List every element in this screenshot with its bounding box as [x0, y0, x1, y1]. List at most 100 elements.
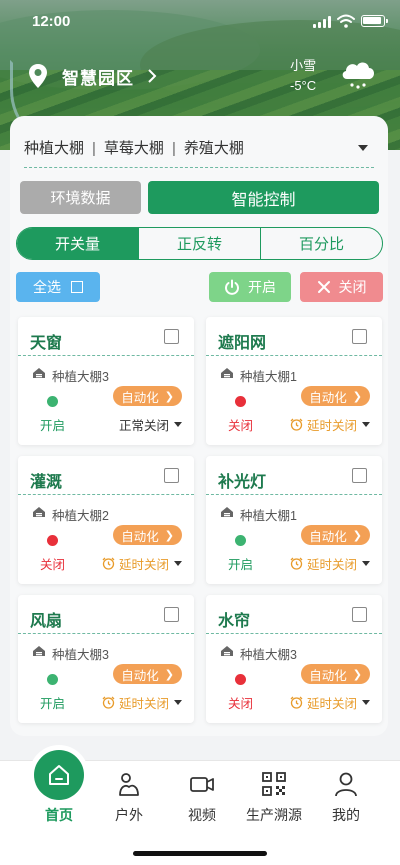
device-checkbox[interactable] [352, 329, 367, 344]
location-switcher[interactable]: 智慧园区 [28, 58, 158, 94]
automation-label: 自动化 [121, 390, 159, 405]
tab-home-label[interactable]: 首页 [29, 805, 89, 825]
device-state: 关闭 [228, 697, 254, 711]
automation-label: 自动化 [121, 529, 159, 544]
close-mode-label: 延时关闭 [306, 419, 357, 433]
divider [206, 494, 382, 495]
home-icon [49, 765, 69, 785]
greenhouse-option[interactable]: 草莓大棚 [104, 140, 164, 157]
device-location: 种植大棚2 [52, 509, 109, 523]
close-mode-dropdown[interactable]: 延时关闭 [102, 693, 182, 712]
greenhouse-option[interactable]: 养殖大棚 [184, 140, 244, 157]
automation-button[interactable]: 自动化 ❯ [301, 664, 370, 684]
location-name: 智慧园区 [62, 68, 134, 88]
video-camera-icon [190, 777, 214, 792]
close-mode-dropdown[interactable]: 延时关闭 [290, 693, 370, 712]
close-mode-label: 延时关闭 [306, 558, 357, 572]
battery-icon [361, 15, 388, 27]
close-mode-dropdown[interactable]: 正常关闭 [119, 415, 182, 434]
status-time: 12:00 [32, 13, 71, 30]
wifi-icon [337, 14, 355, 28]
tab-outdoor[interactable]: 户外 [89, 761, 169, 825]
close-mode-dropdown[interactable]: 延时关闭 [290, 554, 370, 573]
tab-profile-label: 我的 [332, 807, 360, 823]
cellular-signal-icon [313, 16, 331, 28]
device-card: 遮阳网 种植大棚1 自动化 ❯ 关闭 延时关闭 [206, 317, 382, 445]
device-name: 天窗 [30, 335, 63, 352]
segment-percentage[interactable]: 百分比 [261, 228, 382, 259]
outdoor-icon [119, 773, 139, 796]
device-checkbox[interactable] [164, 607, 179, 622]
tab-outdoor-label: 户外 [115, 807, 143, 823]
device-checkbox[interactable] [164, 468, 179, 483]
chevron-right-icon: ❯ [352, 668, 362, 681]
device-card: 灌溉 种植大棚2 自动化 ❯ 关闭 延时关闭 [18, 456, 194, 584]
divider [18, 633, 194, 634]
weather-widget: 小雪 -5°C [290, 55, 375, 93]
alarm-clock-icon [290, 696, 303, 709]
chevron-right-icon: ❯ [164, 668, 174, 681]
device-location: 种植大棚1 [240, 509, 297, 523]
device-checkbox[interactable] [352, 607, 367, 622]
weather-condition: 小雪 [290, 58, 317, 73]
greenhouse-selector[interactable]: 种植大棚 | 草莓大棚 | 养殖大棚 [24, 128, 374, 168]
device-card: 水帘 种植大棚3 自动化 ❯ 关闭 延时关闭 [206, 595, 382, 723]
home-button[interactable] [34, 750, 84, 800]
dropdown-caret-icon [174, 422, 182, 427]
alarm-clock-icon [102, 696, 115, 709]
automation-label: 自动化 [309, 668, 347, 683]
device-checkbox[interactable] [164, 329, 179, 344]
automation-button[interactable]: 自动化 ❯ [301, 386, 370, 406]
divider [18, 355, 194, 356]
separator: | [92, 140, 96, 157]
dropdown-caret-icon[interactable] [358, 145, 368, 151]
automation-button[interactable]: 自动化 ❯ [113, 525, 182, 545]
select-all-button[interactable]: 全选 [16, 272, 100, 302]
segment-forward-reverse[interactable]: 正反转 [139, 228, 261, 259]
smart-control-tab[interactable]: 智能控制 [148, 181, 379, 214]
tab-video[interactable]: 视频 [162, 761, 242, 825]
env-data-tab[interactable]: 环境数据 [20, 181, 141, 214]
dropdown-caret-icon [362, 700, 370, 705]
device-name: 风扇 [30, 613, 63, 630]
dropdown-caret-icon [174, 700, 182, 705]
close-mode-dropdown[interactable]: 延时关闭 [102, 554, 182, 573]
close-mode-label: 延时关闭 [118, 558, 169, 572]
power-icon [225, 279, 239, 295]
device-checkbox[interactable] [352, 468, 367, 483]
close-icon [317, 281, 330, 293]
status-indicator-dot [47, 674, 58, 685]
automation-label: 自动化 [121, 668, 159, 683]
divider [206, 355, 382, 356]
greenhouse-icon [221, 646, 233, 656]
select-all-label: 全选 [33, 279, 61, 295]
automation-button[interactable]: 自动化 ❯ [113, 664, 182, 684]
dropdown-caret-icon [362, 561, 370, 566]
bottom-tab-bar: 首页 户外 视频 生产溯源 我的 [0, 745, 400, 865]
tab-profile[interactable]: 我的 [306, 761, 386, 825]
user-icon [335, 772, 357, 797]
device-location: 种植大棚3 [240, 648, 297, 662]
device-card: 风扇 种植大棚3 自动化 ❯ 开启 延时关闭 [18, 595, 194, 723]
device-name: 遮阳网 [218, 335, 267, 352]
greenhouse-option[interactable]: 种植大棚 [24, 140, 84, 157]
automation-label: 自动化 [309, 390, 347, 405]
tab-traceability[interactable]: 生产溯源 [234, 761, 314, 825]
device-state: 开启 [228, 558, 254, 572]
status-indicator-dot [47, 535, 58, 546]
close-mode-dropdown[interactable]: 延时关闭 [290, 415, 370, 434]
alarm-clock-icon [290, 418, 303, 431]
greenhouse-selector-label: 种植大棚 | 草莓大棚 | 养殖大棚 [24, 137, 244, 158]
status-indicator-dot [235, 674, 246, 685]
divider [18, 494, 194, 495]
turn-on-button[interactable]: 开启 [209, 272, 291, 302]
automation-button[interactable]: 自动化 ❯ [301, 525, 370, 545]
segment-switch[interactable]: 开关量 [17, 228, 139, 259]
status-indicator-dot [235, 396, 246, 407]
weather-temperature: -5°C [290, 78, 317, 93]
snow-cloud-icon [342, 62, 375, 89]
status-indicator-dot [235, 535, 246, 546]
tab-home[interactable] [29, 745, 89, 805]
turn-off-button[interactable]: 关闭 [300, 272, 383, 302]
automation-button[interactable]: 自动化 ❯ [113, 386, 182, 406]
